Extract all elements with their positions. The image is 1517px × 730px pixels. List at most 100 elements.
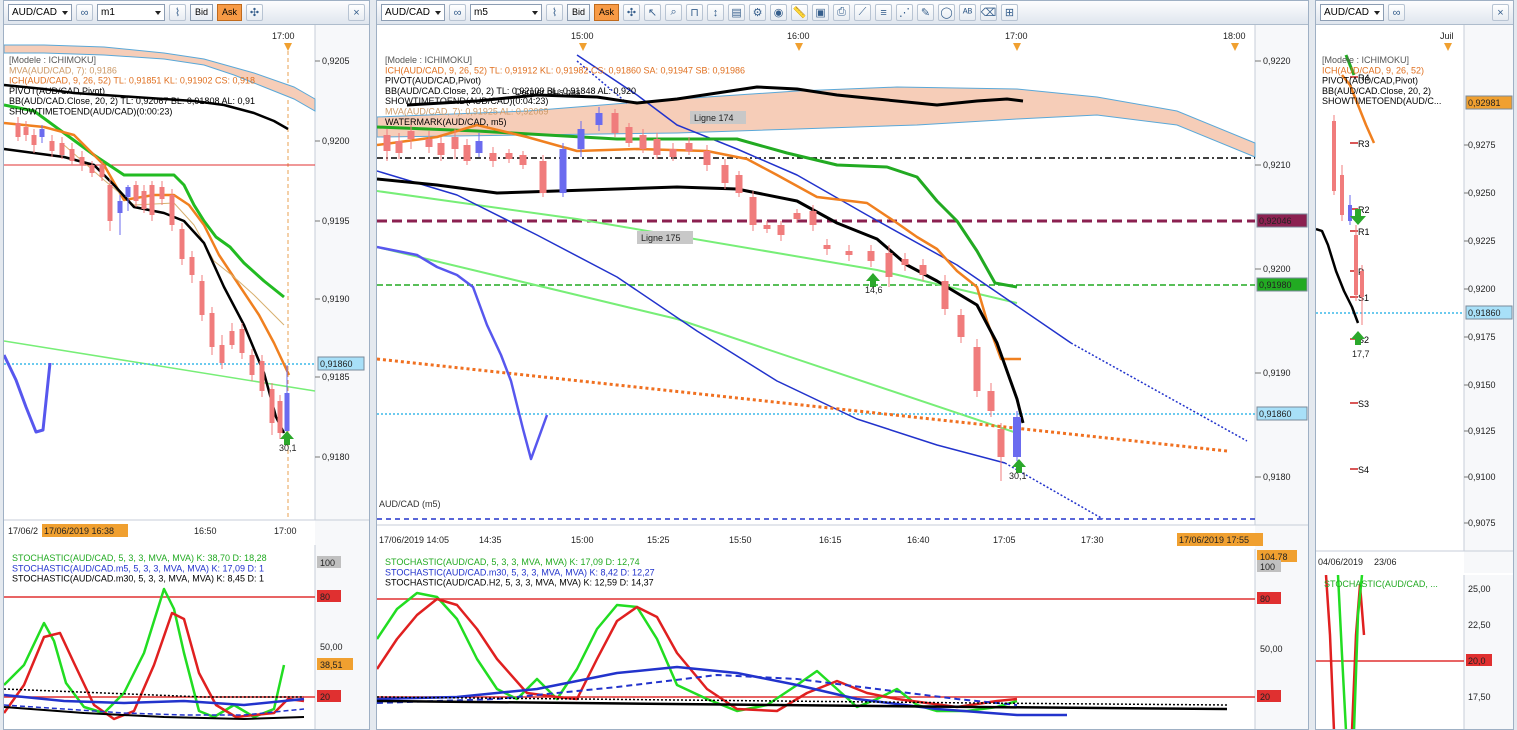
candle (1348, 205, 1352, 221)
candle (595, 113, 603, 125)
price-chart[interactable]: Juil 0,9275 0,9250 0,9225 0,9200 0,9175 0,9150… (1316, 25, 1514, 573)
price-tick-label: 0,9180 (1263, 472, 1291, 482)
stoch-tick-label: 80 (1260, 594, 1270, 604)
candle (539, 161, 547, 193)
top-time-label: 18:00 (1223, 31, 1246, 41)
current-price-tag: 0,91860 (1259, 409, 1292, 419)
top-time-label: 15:00 (571, 31, 594, 41)
stochastic-chart[interactable]: 104,781008050,0020STOCHASTIC(AUD/CAD, 5,… (377, 549, 1309, 730)
candle (437, 143, 445, 155)
resistance-price-tag: 0,92046 (1259, 216, 1292, 226)
candle (653, 139, 661, 155)
close-icon[interactable]: × (1492, 4, 1509, 21)
candle (277, 401, 283, 433)
support-price-tag: 0,91980 (1259, 280, 1292, 290)
legend-line: ICH(AUD/CAD, 9, 26, 52) TL: 0,91912 KL: … (385, 65, 745, 75)
top-time-label: 17:00 (272, 31, 295, 41)
timeframe-select[interactable]: m1 (97, 4, 165, 21)
ellipse-icon[interactable]: ◯ (938, 4, 956, 21)
legend-line: MVA(AUD/CAD, 7): 0,91925 AL: 0,92069 (385, 107, 548, 117)
indicator-icon[interactable]: ⚙ (749, 4, 767, 21)
price-tick-label: 0,9250 (1468, 188, 1496, 198)
link-icon[interactable]: ∞ (449, 4, 466, 21)
stochastic-chart[interactable]: 100 80 50,00 38,51 20 STOCHASTIC(AUD/CAD, 5, … (4, 545, 370, 730)
fit-vertical-icon[interactable]: ↕ (707, 4, 725, 21)
candle (31, 135, 37, 145)
ask-button[interactable]: Ask (217, 4, 243, 21)
candle (611, 113, 619, 133)
timeframe-select[interactable]: m5 (470, 4, 542, 21)
stoch-tick-label: 50,00 (1260, 644, 1283, 654)
ask-button[interactable]: Ask (594, 4, 620, 21)
price-chart[interactable]: 17:00 0,9205 0,9200 0,9195 0,9190 0,9185 0,918… (4, 25, 370, 545)
ligne-174-label: Ligne 174 (694, 113, 734, 123)
symbol-select[interactable]: AUD/CAD (381, 4, 445, 21)
candle (189, 257, 195, 275)
chart-type-icon[interactable]: ⌇ (546, 4, 563, 21)
candle (239, 329, 245, 353)
legend-line: STOCHASTIC(AUD/CAD.m30, 5, 3, 3, MVA, MV… (12, 574, 264, 584)
layout-icon[interactable]: ⊞ (1001, 4, 1019, 21)
image-icon[interactable]: ▣ (812, 4, 830, 21)
chart-type-icon[interactable]: ⌇ (169, 4, 186, 21)
candle (489, 153, 497, 161)
chart-pane-middle[interactable]: AUD/CAD ∞ m5 ⌇ Bid Ask ✣ ↖ ⌕ ⊓ ↕ ▤ ⚙ ◉ 📏… (376, 0, 1309, 730)
chart-pane-right[interactable]: AUD/CAD ∞ × Juil 0,9275 0,9250 0,9225 0,9200… (1315, 0, 1514, 730)
pivot-level-label: S4 (1358, 465, 1369, 475)
signal-value-label: 30,1 (1009, 471, 1027, 481)
crosshair-icon[interactable]: ✣ (246, 4, 264, 21)
current-price-tag: 0,91860 (320, 359, 353, 369)
candle (777, 225, 785, 235)
candle (1354, 235, 1358, 295)
chart-pane-left[interactable]: AUD/CAD ∞ m1 ⌇ Bid Ask ✣ × 17:00 0,9205 0,… (3, 0, 370, 730)
symbol-select[interactable]: AUD/CAD (1320, 4, 1384, 21)
ligne-175-label: Ligne 175 (641, 233, 681, 243)
candle (169, 195, 175, 225)
stochastic-chart[interactable]: 25,00 22,50 20,0 17,50 STOCHASTIC(AUD/CAD, .… (1316, 575, 1514, 730)
date-tag: 17/06/2019 17:55 (1179, 535, 1249, 545)
horizontal-line-icon[interactable]: ≡ (875, 4, 893, 21)
resistance-price-tag: 0,92981 (1468, 98, 1501, 108)
text-tool-icon[interactable]: ᴬᴮ (959, 4, 977, 21)
candle (639, 135, 647, 149)
link-icon[interactable]: ∞ (1388, 4, 1405, 21)
symbol-select[interactable]: AUD/CAD (8, 4, 72, 21)
candle (249, 355, 255, 375)
bid-button[interactable]: Bid (567, 4, 591, 21)
eraser-icon[interactable]: ⌫ (980, 4, 998, 21)
screenshot-icon[interactable]: ⎙ (833, 4, 851, 21)
close-icon[interactable]: × (348, 4, 365, 21)
pen-icon[interactable]: ✎ (917, 4, 935, 21)
magnet-icon[interactable]: ⊓ (686, 4, 704, 21)
trendline-tool-icon[interactable]: ⟋ (854, 4, 872, 21)
globe-icon[interactable]: ◉ (770, 4, 788, 21)
candle (809, 211, 817, 225)
candle (957, 315, 965, 337)
candle (39, 129, 45, 137)
fibonacci-icon[interactable]: ⋰ (896, 4, 914, 21)
candle (475, 141, 483, 153)
candle (749, 197, 757, 225)
time-tick-label: 15:00 (571, 535, 594, 545)
signal-value-label: 17,7 (1352, 349, 1370, 359)
properties-icon[interactable]: ▤ (728, 4, 746, 21)
bid-button[interactable]: Bid (190, 4, 214, 21)
time-tick-label: 17/06/2 (8, 526, 38, 536)
zoom-icon[interactable]: ⌕ (665, 4, 683, 21)
stoch-tick-label: 20 (1260, 692, 1270, 702)
price-chart[interactable]: 15:00 16:00 17:00 18:00 0,9220 0,9210 0,9200 0,… (377, 25, 1309, 549)
legend-line: STOCHASTIC(AUD/CAD.H2, 5, 3, 3, MVA, MVA… (385, 578, 654, 588)
legend-line: PIVOT(AUD/CAD,Pivot) (385, 76, 481, 86)
crosshair-icon[interactable]: ✣ (623, 4, 641, 21)
candle (284, 393, 290, 431)
candle (763, 225, 771, 229)
candle (425, 139, 433, 147)
candle (901, 259, 909, 265)
price-tick-label: 0,9180 (322, 452, 350, 462)
ruler-icon[interactable]: 📏 (791, 4, 809, 21)
candle (99, 165, 105, 177)
candle (149, 185, 155, 215)
legend-line: BB(AUD/CAD.Close, 20, 2) TL: 0,92109 BL:… (385, 86, 636, 96)
link-icon[interactable]: ∞ (76, 4, 93, 21)
cursor-icon[interactable]: ↖ (644, 4, 662, 21)
